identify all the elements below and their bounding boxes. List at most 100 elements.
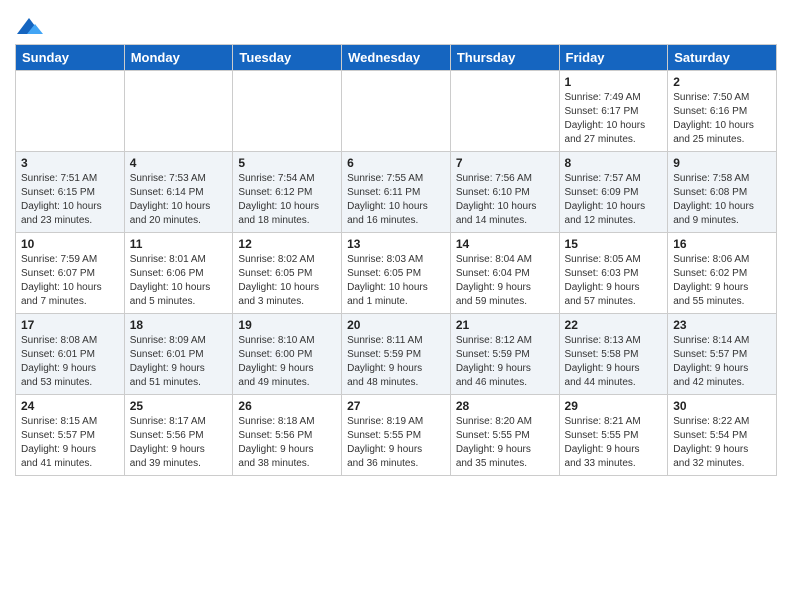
day-info: Sunrise: 8:10 AM Sunset: 6:00 PM Dayligh… xyxy=(238,334,336,390)
calendar-cell: 13 Sunrise: 8:03 AM Sunset: 6:05 PM Dayli… xyxy=(342,233,451,314)
day-info: Sunrise: 8:09 AM Sunset: 6:01 PM Dayligh… xyxy=(130,334,228,390)
calendar-cell: 6Sunrise: 7:55 AM Sunset: 6:11 PM Daylig… xyxy=(342,152,451,233)
day-number: 29 xyxy=(565,399,663,413)
day-info: Sunrise: 7:59 AM Sunset: 6:07 PM Dayligh… xyxy=(21,253,119,309)
day-info: Sunrise: 7:50 AM Sunset: 6:16 PM Dayligh… xyxy=(673,91,771,147)
calendar-cell: 4Sunrise: 7:53 AM Sunset: 6:14 PM Daylig… xyxy=(124,152,233,233)
day-info: Sunrise: 8:05 AM Sunset: 6:03 PM Dayligh… xyxy=(565,253,663,309)
calendar-cell: 24 Sunrise: 8:15 AM Sunset: 5:57 PM Dayli… xyxy=(16,395,125,476)
day-number: 27 xyxy=(347,399,445,413)
day-number: 13 xyxy=(347,237,445,251)
day-number: 16 xyxy=(673,237,771,251)
day-number: 8 xyxy=(565,156,663,170)
calendar-cell: 12 Sunrise: 8:02 AM Sunset: 6:05 PM Dayli… xyxy=(233,233,342,314)
calendar-cell: 5Sunrise: 7:54 AM Sunset: 6:12 PM Daylig… xyxy=(233,152,342,233)
day-info: Sunrise: 7:57 AM Sunset: 6:09 PM Dayligh… xyxy=(565,172,663,228)
calendar-cell xyxy=(450,71,559,152)
day-number: 3 xyxy=(21,156,119,170)
calendar-cell xyxy=(342,71,451,152)
weekday-header-saturday: Saturday xyxy=(668,45,777,71)
calendar-cell: 19 Sunrise: 8:10 AM Sunset: 6:00 PM Dayli… xyxy=(233,314,342,395)
day-info: Sunrise: 8:22 AM Sunset: 5:54 PM Dayligh… xyxy=(673,415,771,471)
week-row-1: 1 Sunrise: 7:49 AM Sunset: 6:17 PM Daylig… xyxy=(16,71,777,152)
day-info: Sunrise: 7:53 AM Sunset: 6:14 PM Dayligh… xyxy=(130,172,228,228)
day-number: 25 xyxy=(130,399,228,413)
day-info: Sunrise: 8:02 AM Sunset: 6:05 PM Dayligh… xyxy=(238,253,336,309)
day-info: Sunrise: 8:17 AM Sunset: 5:56 PM Dayligh… xyxy=(130,415,228,471)
day-number: 14 xyxy=(456,237,554,251)
calendar-cell: 3 Sunrise: 7:51 AM Sunset: 6:15 PM Daylig… xyxy=(16,152,125,233)
calendar-cell: 11 Sunrise: 8:01 AM Sunset: 6:06 PM Dayli… xyxy=(124,233,233,314)
day-info: Sunrise: 8:01 AM Sunset: 6:06 PM Dayligh… xyxy=(130,253,228,309)
day-info: Sunrise: 8:21 AM Sunset: 5:55 PM Dayligh… xyxy=(565,415,663,471)
day-number: 2 xyxy=(673,75,771,89)
calendar-cell: 29 Sunrise: 8:21 AM Sunset: 5:55 PM Dayli… xyxy=(559,395,668,476)
day-info: Sunrise: 7:54 AM Sunset: 6:12 PM Dayligh… xyxy=(238,172,336,228)
calendar-cell xyxy=(16,71,125,152)
day-info: Sunrise: 7:56 AM Sunset: 6:10 PM Dayligh… xyxy=(456,172,554,228)
logo-icon xyxy=(15,16,43,38)
day-number: 11 xyxy=(130,237,228,251)
weekday-header-friday: Friday xyxy=(559,45,668,71)
week-row-2: 3 Sunrise: 7:51 AM Sunset: 6:15 PM Daylig… xyxy=(16,152,777,233)
calendar-cell: 30 Sunrise: 8:22 AM Sunset: 5:54 PM Dayli… xyxy=(668,395,777,476)
weekday-header-thursday: Thursday xyxy=(450,45,559,71)
calendar-cell xyxy=(233,71,342,152)
day-number: 28 xyxy=(456,399,554,413)
calendar-cell: 21 Sunrise: 8:12 AM Sunset: 5:59 PM Dayli… xyxy=(450,314,559,395)
day-number: 21 xyxy=(456,318,554,332)
day-info: Sunrise: 8:19 AM Sunset: 5:55 PM Dayligh… xyxy=(347,415,445,471)
weekday-header-sunday: Sunday xyxy=(16,45,125,71)
day-info: Sunrise: 8:14 AM Sunset: 5:57 PM Dayligh… xyxy=(673,334,771,390)
day-info: Sunrise: 8:03 AM Sunset: 6:05 PM Dayligh… xyxy=(347,253,445,309)
weekday-header-row: SundayMondayTuesdayWednesdayThursdayFrid… xyxy=(16,45,777,71)
day-number: 9 xyxy=(673,156,771,170)
day-info: Sunrise: 8:08 AM Sunset: 6:01 PM Dayligh… xyxy=(21,334,119,390)
day-number: 12 xyxy=(238,237,336,251)
day-info: Sunrise: 8:15 AM Sunset: 5:57 PM Dayligh… xyxy=(21,415,119,471)
calendar-cell: 8 Sunrise: 7:57 AM Sunset: 6:09 PM Daylig… xyxy=(559,152,668,233)
calendar-table: SundayMondayTuesdayWednesdayThursdayFrid… xyxy=(15,44,777,476)
day-number: 26 xyxy=(238,399,336,413)
calendar-cell: 14 Sunrise: 8:04 AM Sunset: 6:04 PM Dayli… xyxy=(450,233,559,314)
day-info: Sunrise: 8:20 AM Sunset: 5:55 PM Dayligh… xyxy=(456,415,554,471)
calendar-cell xyxy=(124,71,233,152)
day-info: Sunrise: 7:58 AM Sunset: 6:08 PM Dayligh… xyxy=(673,172,771,228)
day-number: 18 xyxy=(130,318,228,332)
day-info: Sunrise: 8:04 AM Sunset: 6:04 PM Dayligh… xyxy=(456,253,554,309)
day-number: 22 xyxy=(565,318,663,332)
calendar-cell: 25 Sunrise: 8:17 AM Sunset: 5:56 PM Dayli… xyxy=(124,395,233,476)
day-number: 23 xyxy=(673,318,771,332)
calendar-cell: 20Sunrise: 8:11 AM Sunset: 5:59 PM Dayli… xyxy=(342,314,451,395)
day-number: 6 xyxy=(347,156,445,170)
week-row-5: 24 Sunrise: 8:15 AM Sunset: 5:57 PM Dayli… xyxy=(16,395,777,476)
day-number: 30 xyxy=(673,399,771,413)
day-number: 7 xyxy=(456,156,554,170)
day-info: Sunrise: 7:49 AM Sunset: 6:17 PM Dayligh… xyxy=(565,91,663,147)
weekday-header-tuesday: Tuesday xyxy=(233,45,342,71)
calendar-cell: 15 Sunrise: 8:05 AM Sunset: 6:03 PM Dayli… xyxy=(559,233,668,314)
day-info: Sunrise: 8:12 AM Sunset: 5:59 PM Dayligh… xyxy=(456,334,554,390)
day-number: 1 xyxy=(565,75,663,89)
calendar-cell: 17 Sunrise: 8:08 AM Sunset: 6:01 PM Dayli… xyxy=(16,314,125,395)
calendar-cell: 23 Sunrise: 8:14 AM Sunset: 5:57 PM Dayli… xyxy=(668,314,777,395)
calendar-cell: 9 Sunrise: 7:58 AM Sunset: 6:08 PM Daylig… xyxy=(668,152,777,233)
day-number: 10 xyxy=(21,237,119,251)
calendar-cell: 27 Sunrise: 8:19 AM Sunset: 5:55 PM Dayli… xyxy=(342,395,451,476)
day-number: 19 xyxy=(238,318,336,332)
calendar-cell: 22Sunrise: 8:13 AM Sunset: 5:58 PM Dayli… xyxy=(559,314,668,395)
weekday-header-wednesday: Wednesday xyxy=(342,45,451,71)
day-info: Sunrise: 8:18 AM Sunset: 5:56 PM Dayligh… xyxy=(238,415,336,471)
calendar-cell: 10 Sunrise: 7:59 AM Sunset: 6:07 PM Dayli… xyxy=(16,233,125,314)
calendar-cell: 7 Sunrise: 7:56 AM Sunset: 6:10 PM Daylig… xyxy=(450,152,559,233)
day-info: Sunrise: 8:06 AM Sunset: 6:02 PM Dayligh… xyxy=(673,253,771,309)
calendar-cell: 28 Sunrise: 8:20 AM Sunset: 5:55 PM Dayli… xyxy=(450,395,559,476)
day-info: Sunrise: 7:51 AM Sunset: 6:15 PM Dayligh… xyxy=(21,172,119,228)
week-row-3: 10 Sunrise: 7:59 AM Sunset: 6:07 PM Dayli… xyxy=(16,233,777,314)
day-number: 17 xyxy=(21,318,119,332)
day-info: Sunrise: 8:11 AM Sunset: 5:59 PM Dayligh… xyxy=(347,334,445,390)
day-number: 15 xyxy=(565,237,663,251)
day-number: 24 xyxy=(21,399,119,413)
calendar-cell: 1 Sunrise: 7:49 AM Sunset: 6:17 PM Daylig… xyxy=(559,71,668,152)
weekday-header-monday: Monday xyxy=(124,45,233,71)
